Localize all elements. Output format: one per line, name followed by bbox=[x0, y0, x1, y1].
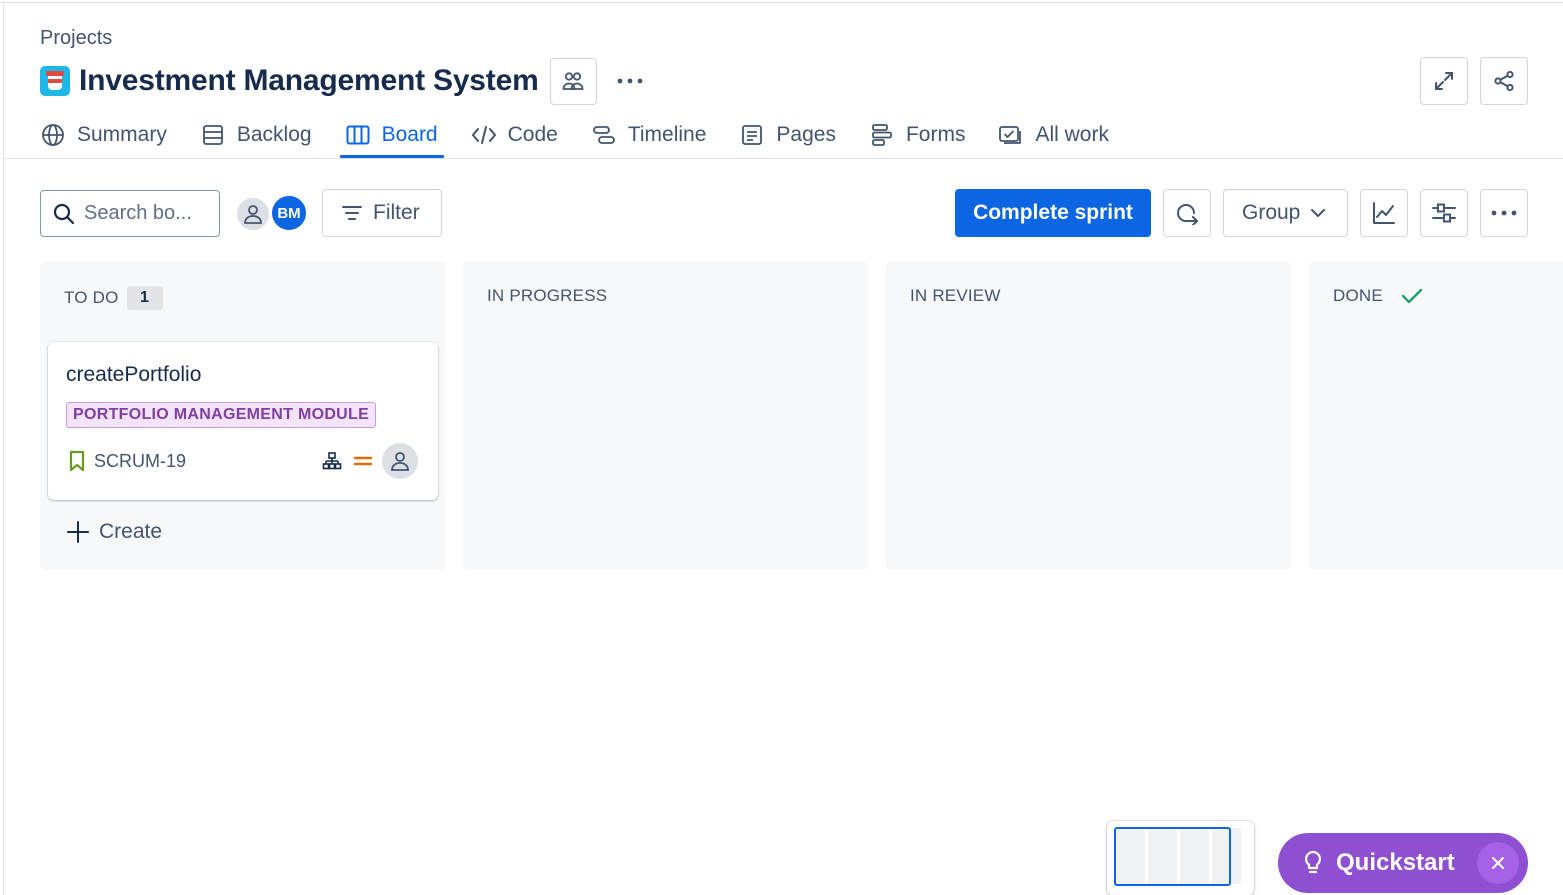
filter-icon bbox=[342, 206, 362, 220]
column-done: DONE bbox=[1309, 261, 1563, 570]
priority-medium-icon bbox=[353, 456, 373, 466]
tab-backlog[interactable]: Backlog bbox=[200, 112, 312, 158]
tab-label: Pages bbox=[776, 123, 836, 146]
tab-label: Forms bbox=[905, 123, 966, 146]
expand-icon bbox=[1435, 72, 1453, 90]
lightbulb-icon bbox=[1304, 850, 1322, 874]
column-header: IN PROGRESS bbox=[487, 286, 607, 306]
column-title: DONE bbox=[1333, 286, 1383, 305]
card-meta bbox=[322, 443, 418, 479]
search-board-field[interactable] bbox=[40, 190, 220, 237]
list-icon bbox=[202, 125, 223, 145]
column-title: IN REVIEW bbox=[910, 286, 1001, 305]
column-header: TO DO 1 bbox=[64, 286, 163, 310]
timeline-icon bbox=[592, 126, 615, 144]
tab-board[interactable]: Board bbox=[339, 112, 444, 158]
issue-title: createPortfolio bbox=[66, 363, 202, 386]
title-row: Investment Management System bbox=[40, 56, 645, 106]
sprint-automation-button[interactable] bbox=[1163, 189, 1211, 237]
line-chart-icon bbox=[1373, 202, 1395, 224]
view-settings-button[interactable] bbox=[1420, 189, 1468, 237]
epic-lozenge: PORTFOLIO MANAGEMENT MODULE bbox=[66, 402, 377, 428]
share-icon bbox=[1494, 70, 1514, 92]
tab-code[interactable]: Code bbox=[471, 112, 558, 158]
group-label: Group bbox=[1242, 201, 1301, 224]
page-title: Investment Management System bbox=[79, 64, 539, 97]
quickstart-label: Quickstart bbox=[1336, 849, 1455, 876]
column-in-progress: IN PROGRESS bbox=[463, 261, 868, 570]
board-more-button[interactable] bbox=[1480, 189, 1528, 237]
code-icon bbox=[471, 126, 496, 144]
project-more-button[interactable] bbox=[615, 66, 645, 96]
ellipsis-icon bbox=[1491, 210, 1517, 216]
close-icon bbox=[1492, 857, 1504, 869]
column-header: IN REVIEW bbox=[910, 286, 1001, 306]
tab-summary[interactable]: Summary bbox=[40, 112, 167, 158]
issue-key-label: SCRUM-19 bbox=[94, 450, 187, 471]
breadcrumb-projects[interactable]: Projects bbox=[40, 27, 112, 50]
child-issues-icon bbox=[322, 452, 342, 470]
issue-count-badge: 1 bbox=[126, 286, 163, 310]
minimap-viewport[interactable] bbox=[1114, 827, 1231, 886]
expand-button[interactable] bbox=[1420, 57, 1468, 105]
tab-forms[interactable]: Forms bbox=[869, 112, 966, 158]
tab-label: Summary bbox=[77, 123, 167, 146]
refresh-icon bbox=[1177, 204, 1198, 225]
create-label: Create bbox=[99, 520, 163, 543]
insights-button[interactable] bbox=[1360, 189, 1408, 237]
check-icon bbox=[1401, 288, 1423, 304]
avatar-unassigned[interactable] bbox=[235, 196, 271, 232]
tab-label: Timeline bbox=[627, 123, 707, 146]
column-header: DONE bbox=[1333, 286, 1423, 306]
avatar-user[interactable]: BM bbox=[270, 194, 308, 232]
filter-button[interactable]: Filter bbox=[322, 189, 442, 237]
issue-key: SCRUM-19 bbox=[68, 450, 186, 472]
window-top-border bbox=[0, 2, 1563, 3]
tab-label: Board bbox=[381, 123, 438, 146]
filter-label: Filter bbox=[373, 201, 420, 224]
assignee-avatar[interactable] bbox=[382, 443, 418, 479]
search-icon bbox=[53, 203, 75, 224]
column-title: TO DO bbox=[64, 288, 119, 307]
tabs-divider bbox=[4, 158, 1563, 159]
forms-icon bbox=[872, 124, 892, 146]
tab-label: Code bbox=[507, 123, 558, 146]
quickstart-close-button[interactable] bbox=[1477, 842, 1519, 884]
create-issue-button[interactable]: Create bbox=[66, 520, 162, 544]
story-bookmark-icon bbox=[69, 450, 85, 472]
people-icon bbox=[562, 72, 584, 90]
group-dropdown[interactable]: Group bbox=[1223, 189, 1348, 237]
tab-all-work[interactable]: All work bbox=[998, 112, 1109, 158]
all-work-icon bbox=[999, 126, 1022, 144]
project-tabs: Summary Backlog Board Code Timeline Page… bbox=[40, 112, 1142, 158]
issue-card[interactable]: createPortfolio PORTFOLIO MANAGEMENT MOD… bbox=[48, 342, 438, 500]
globe-icon bbox=[42, 124, 64, 146]
person-icon bbox=[244, 205, 262, 224]
plus-icon bbox=[67, 521, 89, 543]
ellipsis-icon bbox=[617, 78, 642, 84]
board-minimap[interactable] bbox=[1107, 821, 1254, 895]
tab-label: All work bbox=[1035, 123, 1109, 146]
tab-pages[interactable]: Pages bbox=[739, 112, 836, 158]
tab-label: Backlog bbox=[236, 123, 312, 146]
column-todo: TO DO 1 createPortfolio PORTFOLIO MANAGE… bbox=[40, 261, 445, 570]
coffee-cup-project-icon bbox=[40, 66, 70, 96]
share-button[interactable] bbox=[1480, 57, 1528, 105]
column-in-review: IN REVIEW bbox=[886, 261, 1291, 570]
chevron-down-icon bbox=[1311, 209, 1326, 217]
sliders-icon bbox=[1432, 203, 1456, 223]
complete-sprint-button[interactable]: Complete sprint bbox=[955, 189, 1151, 237]
window-left-border bbox=[3, 2, 4, 895]
tab-timeline[interactable]: Timeline bbox=[591, 112, 707, 158]
quickstart-button[interactable]: Quickstart bbox=[1278, 833, 1528, 893]
board-icon bbox=[346, 125, 370, 145]
page-icon bbox=[742, 125, 763, 145]
search-input[interactable] bbox=[84, 202, 204, 225]
team-button[interactable] bbox=[549, 57, 597, 105]
person-icon bbox=[391, 452, 409, 471]
column-title: IN PROGRESS bbox=[487, 286, 608, 305]
